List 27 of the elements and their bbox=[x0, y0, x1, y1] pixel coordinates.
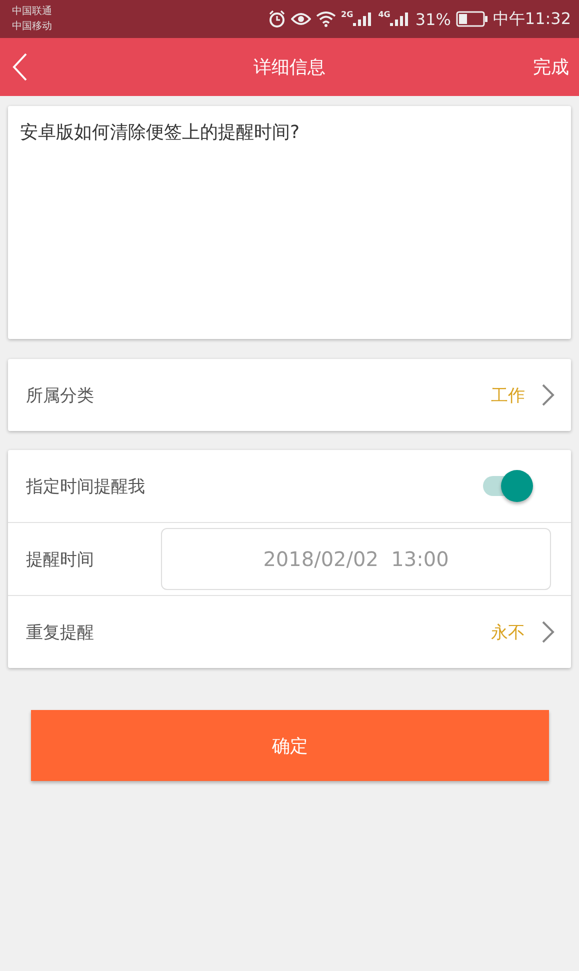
chevron-icon bbox=[541, 620, 555, 644]
carrier-label: 中国移动 bbox=[12, 20, 52, 34]
category-row[interactable]: 所属分类 工作 bbox=[8, 359, 571, 431]
done-button[interactable]: 完成 bbox=[523, 55, 579, 79]
page-title: 详细信息 bbox=[254, 57, 326, 78]
chevron-icon bbox=[541, 383, 555, 407]
battery-icon bbox=[456, 11, 488, 27]
repeat-row[interactable]: 重复提醒 永不 bbox=[8, 595, 571, 668]
back-icon bbox=[12, 52, 28, 82]
network-label: 2G bbox=[341, 10, 354, 19]
note-text[interactable]: 安卓版如何清除便签上的提醒时间? bbox=[8, 106, 571, 339]
network-label: 4G bbox=[378, 10, 390, 19]
alarm-icon bbox=[268, 10, 286, 28]
row-label: 所属分类 bbox=[26, 384, 94, 406]
eye-icon bbox=[291, 11, 312, 27]
clock: 中午11:32 bbox=[492, 8, 571, 30]
wifi-icon bbox=[316, 11, 336, 27]
signal-icon bbox=[390, 12, 410, 26]
row-label: 指定时间提醒我 bbox=[26, 476, 145, 498]
row-label: 重复提醒 bbox=[26, 622, 94, 644]
carrier-label: 中国联通 bbox=[12, 4, 52, 19]
row-value: 永不 bbox=[491, 622, 525, 644]
row-label: 提醒时间 bbox=[26, 548, 94, 570]
signal-icon bbox=[353, 12, 374, 26]
row-value: 工作 bbox=[491, 384, 525, 406]
battery-percent: 31% bbox=[415, 10, 451, 28]
toggle-switch[interactable] bbox=[483, 468, 533, 504]
